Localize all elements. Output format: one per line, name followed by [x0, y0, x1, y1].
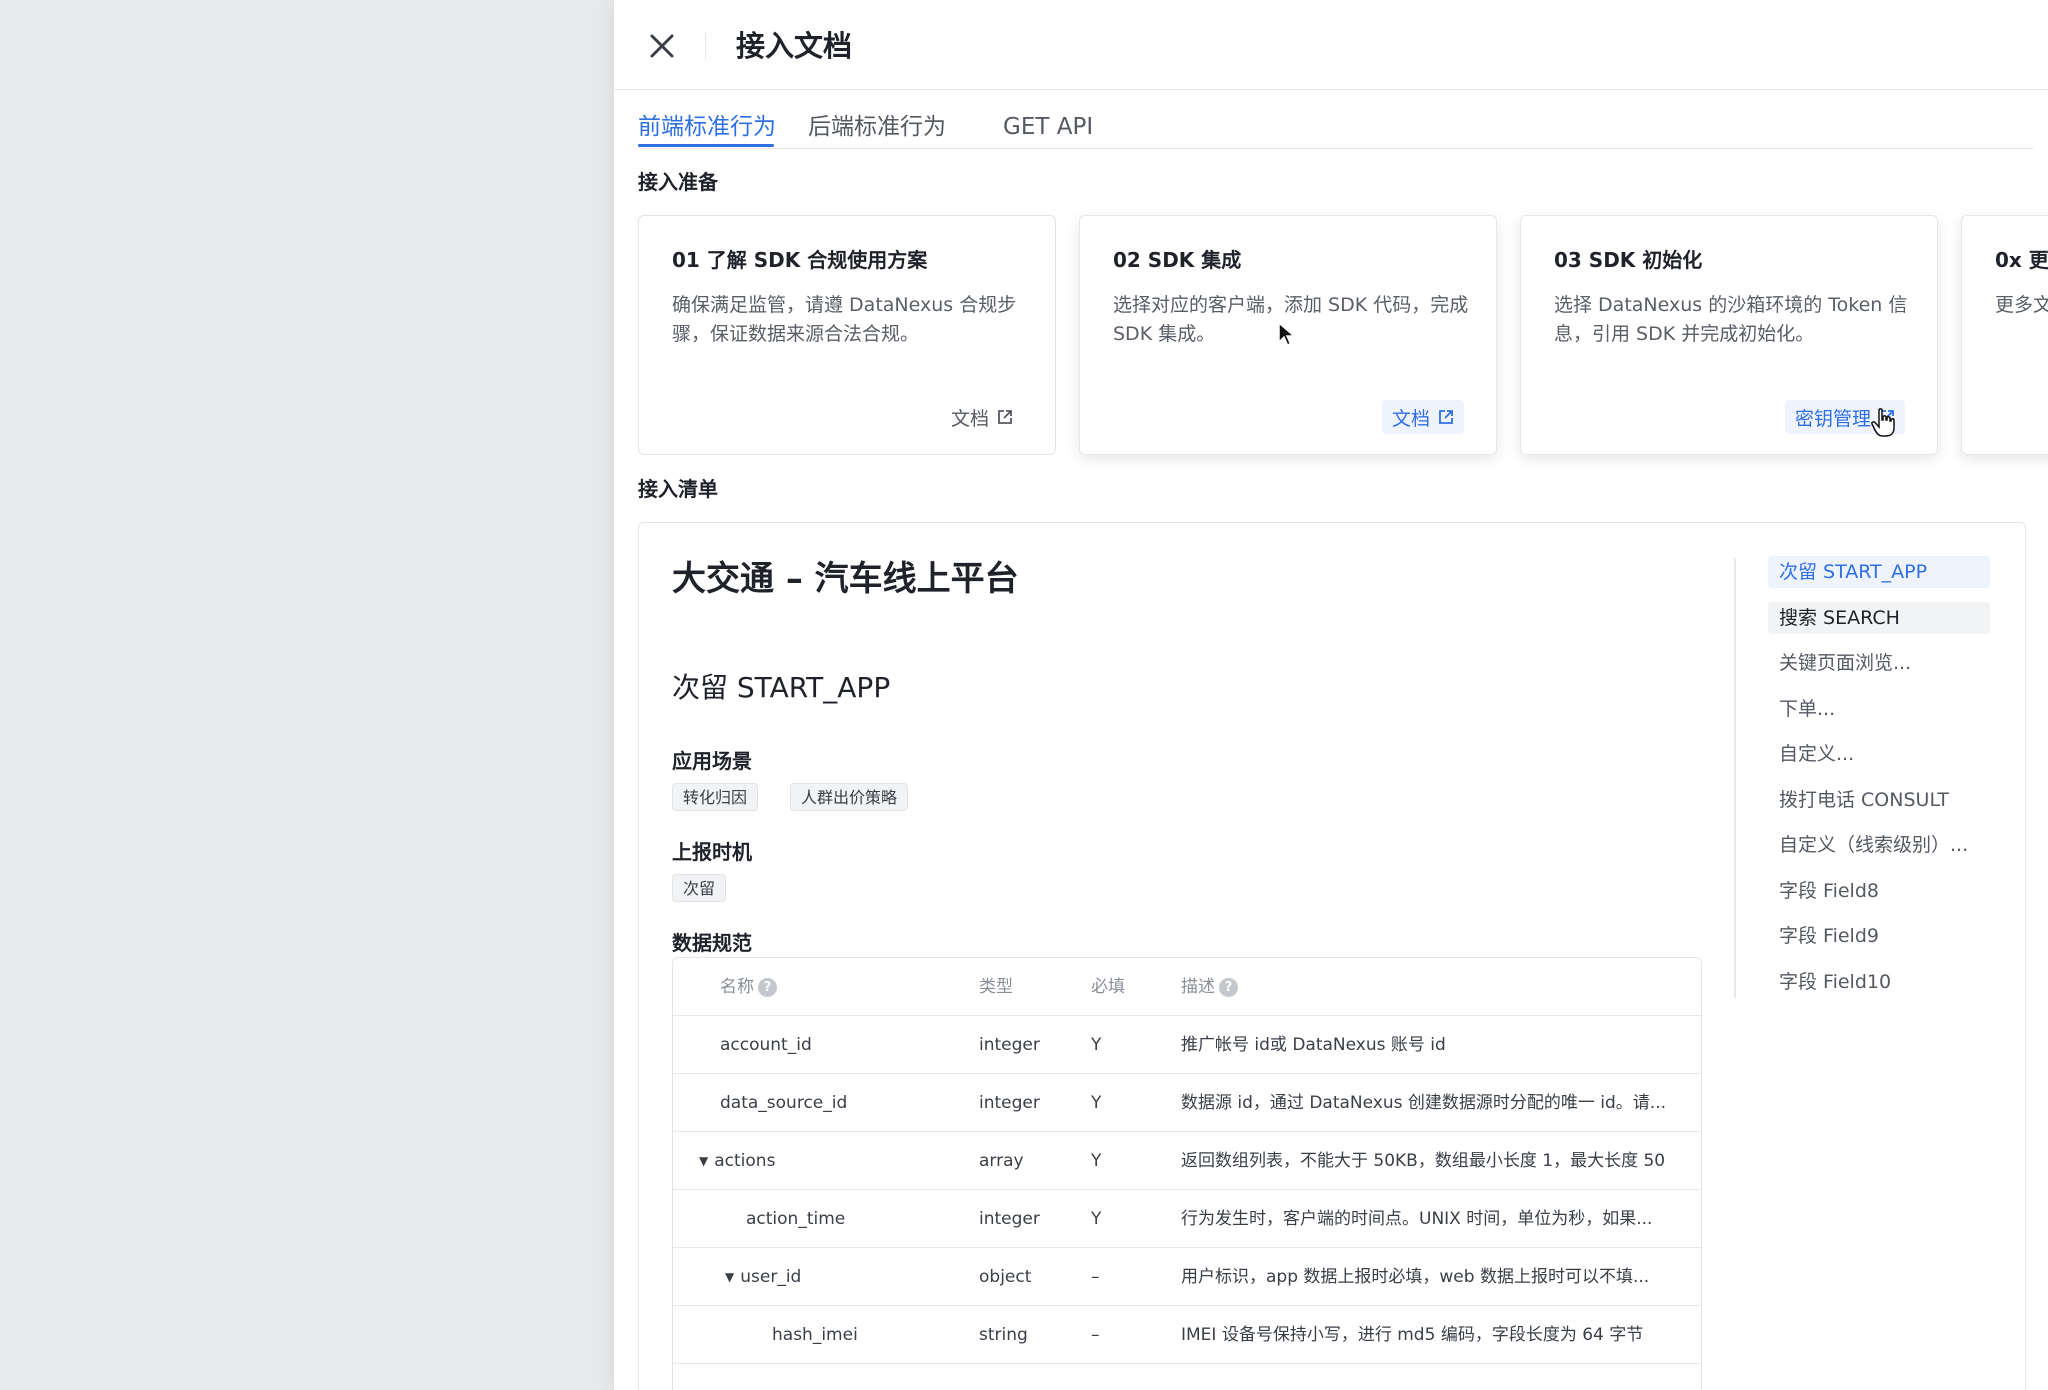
help-icon[interactable]: ? — [758, 977, 777, 997]
row-type: string — [979, 1325, 1028, 1345]
tab-get-api[interactable]: GET API — [1003, 112, 1093, 142]
anchor-key-page-view[interactable]: 关键页面浏览... — [1768, 647, 1990, 679]
header-name-label: 名称 — [720, 977, 754, 997]
card-desc: 选择 DataNexus 的沙箱环境的 Token 信息，引用 SDK 并完成初… — [1554, 294, 1908, 345]
timing-tag: 次留 — [672, 874, 727, 902]
row-name-cell[interactable]: ▼ user_id — [725, 1248, 801, 1306]
table-header-row: 名称? 类型 必填 描述? — [673, 958, 1701, 1016]
caret-down-icon[interactable]: ▼ — [699, 1132, 708, 1190]
table-row: hash_imei string – IMEI 设备号保持小写，进行 md5 编… — [673, 1306, 1701, 1364]
row-desc: 用户标识，app 数据上报时必填，web 数据上报时可以不填... — [1181, 1267, 1650, 1287]
header-desc: 描述? — [1181, 958, 1238, 1016]
card-title: 01 了解 SDK 合规使用方案 — [672, 248, 928, 272]
row-desc: IMEI 设备号保持小写，进行 md5 编码，字段长度为 64 字节 — [1181, 1325, 1644, 1345]
drawer-title: 接入文档 — [736, 29, 853, 63]
header-name: 名称? — [720, 958, 777, 1016]
anchor-field10[interactable]: 字段 Field10 — [1768, 966, 1990, 998]
anchor-rail — [1734, 558, 1736, 998]
header-desc-label: 描述 — [1181, 977, 1215, 997]
card-desc: 确保满足监管，请遵 DataNexus 合规步骤，保证数据来源合法合规。 — [672, 294, 1017, 345]
table-row: action_time integer Y 行为发生时，客户端的时间点。UNIX… — [673, 1190, 1701, 1248]
anchor-search[interactable]: 搜索 SEARCH — [1768, 602, 1990, 634]
key-management-label: 密钥管理 — [1794, 407, 1871, 430]
external-link-icon — [1439, 410, 1453, 424]
list-section-title: 接入清单 — [638, 477, 718, 501]
anchor-field9[interactable]: 字段 Field9 — [1768, 920, 1990, 952]
tab-backend-standard[interactable]: 后端标准行为 — [808, 112, 946, 142]
prep-card-sdk-init: 03 SDK 初始化 选择 DataNexus 的沙箱环境的 Token 信息，… — [1520, 215, 1938, 455]
doc-link-button[interactable]: 文档 — [1381, 400, 1464, 434]
row-type: object — [979, 1267, 1032, 1287]
row-name: hash_imei — [772, 1325, 858, 1345]
table-row: ▼ actions array Y 返回数组列表，不能大于 50KB，数组最小长度… — [673, 1132, 1701, 1190]
tab-frontend-standard[interactable]: 前端标准行为 — [638, 112, 776, 142]
doc-link-label: 文档 — [950, 407, 989, 430]
row-type: integer — [979, 1093, 1040, 1113]
anchor-field8[interactable]: 字段 Field8 — [1768, 875, 1990, 907]
active-tab-indicator — [638, 144, 774, 147]
anchor-consult[interactable]: 拨打电话 CONSULT — [1768, 784, 1990, 816]
row-type: integer — [979, 1209, 1040, 1229]
tab-bar: 前端标准行为 后端标准行为 GET API — [638, 104, 2034, 149]
row-name: action_time — [746, 1209, 846, 1229]
row-required: Y — [1091, 1035, 1102, 1055]
table-row: data_source_id integer Y 数据源 id，通过 DataN… — [673, 1074, 1701, 1132]
table-row: ▼ user_id object – 用户标识，app 数据上报时必填，web 数… — [673, 1248, 1701, 1306]
prep-section-title: 接入准备 — [638, 170, 718, 194]
scene-tag: 转化归因 — [672, 783, 759, 811]
event-title: 次留 START_APP — [672, 671, 891, 704]
row-required: Y — [1091, 1093, 1102, 1113]
drawer-header: 接入文档 — [614, 0, 2048, 90]
row-name: user_id — [740, 1267, 802, 1287]
checklist-panel: 大交通 – 汽车线上平台 次留 START_APP 应用场景 转化归因 人群出价… — [638, 522, 2026, 1390]
anchor-start-app[interactable]: 次留 START_APP — [1768, 556, 1990, 588]
external-link-icon — [998, 410, 1012, 424]
caret-down-icon[interactable]: ▼ — [725, 1248, 734, 1306]
spec-label: 数据规范 — [672, 931, 752, 955]
card-desc: 更多文 — [1995, 294, 2048, 316]
row-name: actions — [714, 1151, 776, 1171]
row-type: integer — [979, 1035, 1040, 1055]
table-row: account_id integer Y 推广帐号 id或 DataNexus … — [673, 1016, 1701, 1074]
help-icon[interactable]: ? — [1219, 977, 1238, 997]
scene-label: 应用场景 — [672, 749, 752, 773]
timing-label: 上报时机 — [672, 840, 752, 864]
prep-card-sdk-integration: 02 SDK 集成 选择对应的客户端，添加 SDK 代码，完成 SDK 集成。 … — [1079, 215, 1497, 455]
row-desc: 行为发生时，客户端的时间点。UNIX 时间，单位为秒，如果... — [1181, 1209, 1653, 1229]
anchor-custom[interactable]: 自定义... — [1768, 738, 1990, 770]
row-required: Y — [1091, 1151, 1102, 1171]
scene-tag: 人群出价策略 — [790, 783, 909, 811]
doc-link-label: 文档 — [1391, 407, 1430, 430]
header-divider — [705, 33, 706, 59]
anchor-order[interactable]: 下单... — [1768, 693, 1990, 725]
header-required: 必填 — [1091, 977, 1125, 997]
external-link-icon — [1880, 410, 1894, 424]
row-name: data_source_id — [720, 1093, 848, 1113]
card-desc: 选择对应的客户端，添加 SDK 代码，完成 SDK 集成。 — [1113, 294, 1469, 345]
card-title: 02 SDK 集成 — [1113, 248, 1242, 272]
card-title: 03 SDK 初始化 — [1554, 248, 1703, 272]
docs-drawer: 接入文档 前端标准行为 后端标准行为 GET API 接入准备 01 了解 SD… — [614, 0, 2048, 1390]
anchor-custom-lead[interactable]: 自定义（线索级别）... — [1768, 829, 1990, 861]
row-desc: 数据源 id，通过 DataNexus 创建数据源时分配的唯一 id。请... — [1181, 1093, 1667, 1113]
row-name-cell[interactable]: ▼ actions — [699, 1132, 775, 1190]
row-desc: 推广帐号 id或 DataNexus 账号 id — [1181, 1035, 1446, 1055]
key-management-button[interactable]: 密钥管理 — [1784, 400, 1905, 434]
row-required: – — [1091, 1325, 1100, 1345]
card-title: 0x 更 — [1995, 248, 2048, 272]
prep-card-more: 0x 更 更多文 — [1961, 215, 2048, 455]
row-required: Y — [1091, 1209, 1102, 1229]
doc-title: 大交通 – 汽车线上平台 — [672, 559, 1019, 599]
close-icon[interactable] — [644, 28, 680, 64]
row-desc: 返回数组列表，不能大于 50KB，数组最小长度 1，最大长度 50 — [1181, 1151, 1666, 1171]
table-row — [673, 1364, 1701, 1390]
row-name: account_id — [720, 1035, 812, 1055]
spec-table: 名称? 类型 必填 描述? account_id integer Y 推广帐号 … — [672, 957, 1702, 1390]
row-required: – — [1091, 1267, 1100, 1287]
row-type: array — [979, 1151, 1024, 1171]
doc-link-button[interactable]: 文档 — [941, 400, 1023, 434]
header-type: 类型 — [979, 977, 1013, 997]
prep-card-compliance: 01 了解 SDK 合规使用方案 确保满足监管，请遵 DataNexus 合规步… — [638, 215, 1056, 455]
